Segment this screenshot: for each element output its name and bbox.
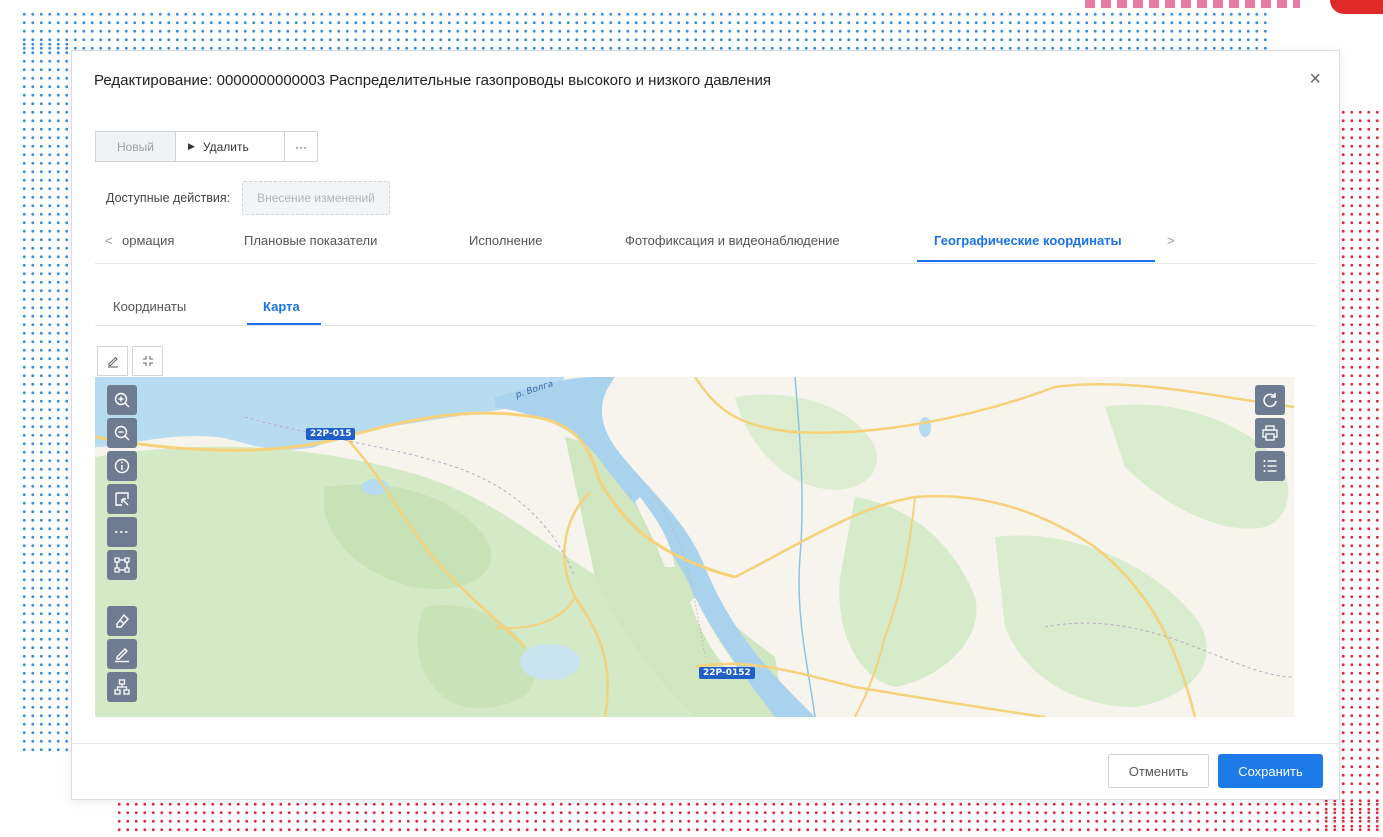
more-button[interactable]: ··· [285, 131, 318, 162]
map-toolbar [97, 346, 163, 376]
close-icon[interactable]: × [1309, 69, 1321, 89]
list-icon [1263, 460, 1277, 472]
select-area-button[interactable] [107, 484, 137, 514]
zoom-in-icon [114, 392, 130, 408]
print-icon [1262, 425, 1278, 441]
tab-information[interactable]: ормация [122, 233, 174, 248]
bounding-box-icon [114, 557, 130, 573]
layers-list-button[interactable] [1255, 451, 1285, 481]
eraser-icon [116, 613, 129, 628]
print-button[interactable] [1255, 418, 1285, 448]
eraser-button[interactable] [107, 606, 137, 636]
make-changes-label: Внесение изменений [257, 191, 375, 205]
active-tab-indicator [917, 260, 1155, 262]
save-button-label: Сохранить [1238, 763, 1303, 779]
make-changes-button[interactable]: Внесение изменений [242, 181, 390, 215]
decor-dots-top [20, 10, 1270, 50]
fullscreen-icon [142, 356, 153, 366]
main-tabs: < ормация Плановые показатели Исполнение… [95, 227, 1316, 264]
save-button[interactable]: Сохранить [1218, 754, 1323, 788]
edit-icon [115, 648, 129, 663]
zoom-out-icon [114, 425, 130, 441]
pencil-icon [107, 356, 118, 368]
dialog-footer: Отменить Сохранить [72, 743, 1339, 800]
decor-dots-bottom [115, 800, 1383, 837]
tab-execution[interactable]: Исполнение [469, 233, 543, 248]
record-toolbar: Новый ▶ Удалить ··· [95, 131, 318, 162]
draw-button[interactable] [107, 639, 137, 669]
active-subtab-indicator [247, 323, 321, 325]
refresh-button[interactable] [1255, 385, 1285, 415]
dashed-line-icon [115, 531, 129, 533]
actions-label: Доступные действия: [106, 191, 231, 205]
subtab-map[interactable]: Карта [263, 299, 300, 314]
measure-line-button[interactable] [107, 517, 137, 547]
hierarchy-icon [114, 679, 130, 695]
select-area-icon [115, 492, 129, 506]
cancel-button-label: Отменить [1128, 763, 1189, 779]
dialog-title: Редактирование: 0000000000003 Распредели… [94, 72, 772, 89]
sub-tabs: Координаты Карта [95, 289, 1316, 326]
more-icon: ··· [295, 139, 307, 154]
new-button[interactable]: Новый [95, 131, 176, 162]
play-icon: ▶ [188, 141, 195, 151]
delete-button[interactable]: ▶ Удалить [176, 131, 285, 162]
road-label-22p0152: 22P-0152 [699, 667, 755, 679]
info-icon [114, 458, 130, 474]
map-tiles [95, 377, 1294, 717]
road-label-22p015: 22P-015 [306, 428, 356, 440]
cancel-button[interactable]: Отменить [1108, 754, 1209, 788]
tab-photo-video[interactable]: Фотофиксация и видеонаблюдение [625, 233, 840, 248]
tabs-next-icon[interactable]: > [1167, 233, 1175, 248]
decor-red-corner [1330, 0, 1383, 14]
tab-geo-coordinates[interactable]: Географические координаты [934, 233, 1122, 248]
map-view[interactable]: 22P-015 22P-0152 р. Волга [95, 377, 1294, 717]
decor-pink-strip [1085, 0, 1300, 8]
tab-plan-indicators[interactable]: Плановые показатели [244, 233, 377, 248]
zoom-in-button[interactable] [107, 385, 137, 415]
info-button[interactable] [107, 451, 137, 481]
new-button-label: Новый [116, 139, 155, 154]
edit-dialog: Редактирование: 0000000000003 Распредели… [71, 50, 1340, 800]
available-actions: Доступные действия: Внесение изменений [106, 181, 390, 215]
edit-map-button[interactable] [97, 346, 128, 376]
fullscreen-button[interactable] [132, 346, 163, 376]
decor-dots-left [20, 40, 68, 755]
tabs-prev-icon[interactable]: < [105, 233, 113, 248]
refresh-icon [1263, 393, 1277, 408]
zoom-out-button[interactable] [107, 418, 137, 448]
hierarchy-button[interactable] [107, 672, 137, 702]
subtab-coordinates[interactable]: Координаты [113, 299, 186, 314]
delete-button-label: Удалить [202, 139, 249, 154]
bounding-box-button[interactable] [107, 550, 137, 580]
